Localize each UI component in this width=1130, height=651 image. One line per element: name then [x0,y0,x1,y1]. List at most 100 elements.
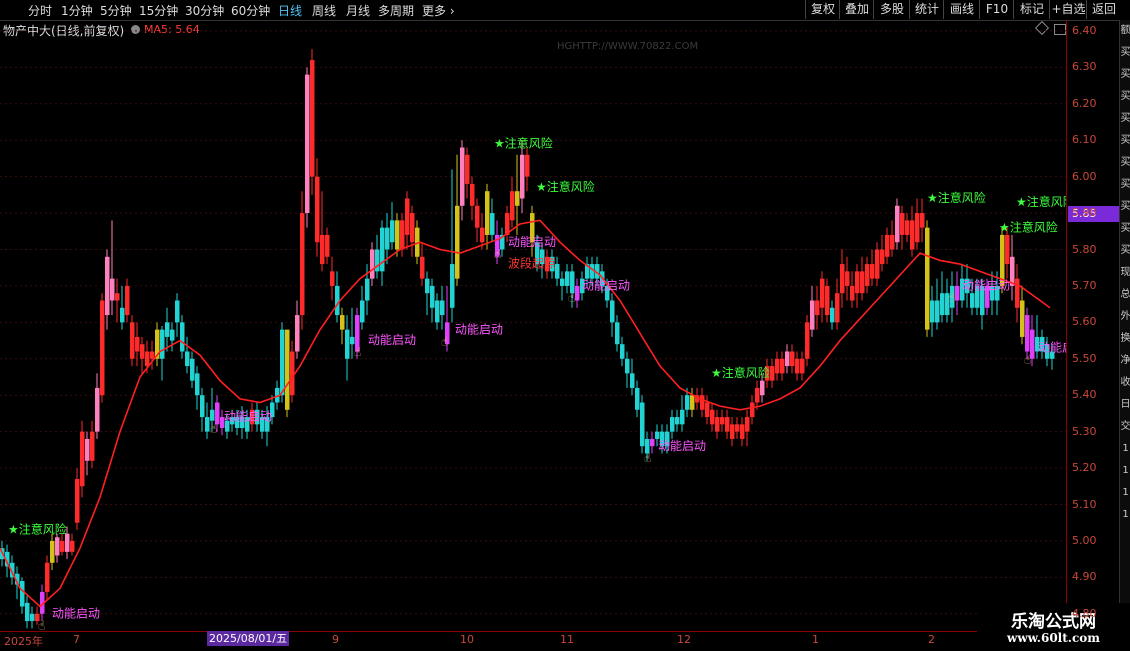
candle [180,315,185,359]
candle [720,409,725,432]
candle [370,242,375,286]
risk-signal: ★注意风险 [711,365,770,380]
sidebar-char: 外 [1120,311,1130,322]
candle [310,49,315,195]
candle [75,468,80,530]
date-tick: 2 [928,633,935,646]
candle [375,234,380,279]
toolbar-button-8[interactable]: 返回 [1086,0,1121,19]
candle [185,336,190,374]
sidebar-char: 买 [1120,135,1130,146]
candle [690,387,695,418]
candle [855,264,860,308]
candle [465,147,470,199]
candle [915,198,920,250]
candle [165,307,170,352]
candle [420,242,425,286]
candle [825,278,830,323]
price-tick: 6.20 [1072,96,1097,110]
sidebar-char: 现 [1120,267,1130,278]
sidebar-char: 交 [1120,421,1130,432]
candle [925,220,930,337]
candle [680,395,685,432]
candle [205,402,210,439]
candle [1015,264,1020,323]
hand-pointer-icon: ☝ [38,618,45,632]
date-tick: 12 [677,633,691,646]
sidebar-char: 买 [1120,223,1130,234]
sidebar-char: 1 [1122,509,1129,520]
price-tick: 5.10 [1072,497,1097,511]
candle [55,533,60,563]
candle [390,202,395,250]
candle [455,154,460,286]
risk-signal: ★注意风险 [536,179,595,194]
candle [115,278,120,323]
candle [930,285,935,337]
candle [1020,285,1025,345]
candle [870,249,875,286]
candle [490,198,495,243]
price-tick: 5.70 [1072,278,1097,292]
candle [515,154,520,235]
price-tick: 5.80 [1072,242,1097,256]
candle [175,293,180,337]
candle [675,409,680,432]
start-signal: 动能启动 [1038,341,1066,355]
candle [750,395,755,425]
candle [840,249,845,308]
candle [705,395,710,425]
candle [715,409,720,439]
sidebar-char: 买 [1120,245,1130,256]
candle [510,176,515,228]
candle [335,271,340,323]
candle [95,373,100,439]
candle [520,140,525,214]
date-tick: 2025年 [4,635,43,648]
candle [845,256,850,301]
date-tick: 1 [812,633,819,646]
candle [670,409,675,439]
candle [470,176,475,221]
candle [25,595,30,629]
candle [885,227,890,265]
candle [725,409,730,439]
candle [195,366,200,410]
hand-pointer-icon: ☝ [568,291,575,305]
sidebar-char: 日 [1120,399,1130,410]
candle [780,351,785,381]
sidebar-char: 1 [1122,487,1129,498]
date-tick: 7 [73,633,80,646]
candle [785,344,790,374]
candle [90,420,95,469]
candle [1005,227,1010,279]
candle [200,387,205,432]
sidebar-char: 1 [1122,443,1129,454]
candle [425,271,430,316]
candle [955,271,960,316]
candle [820,271,825,323]
start-signal: 动能启动 [455,322,503,336]
candle [830,300,835,330]
kline-chart[interactable]: ★注意风险动能启动☝动能启动☝动能启动☝动能启动☝★注意风险动能启动☝波段起点★… [0,0,1066,632]
candle [460,140,465,221]
candle [575,278,580,308]
candle [525,147,530,192]
price-tick: 5.20 [1072,461,1097,475]
hand-pointer-icon: ☝ [494,247,501,261]
hand-pointer-icon: ☝ [210,422,217,436]
price-tick: 6.30 [1072,60,1097,74]
risk-signal: ★注意风险 [8,522,67,537]
candle [100,293,105,403]
sidebar-char: 换 [1120,333,1130,344]
price-tick: 5.90 [1072,206,1097,220]
sidebar-char: 买 [1120,201,1130,212]
candle [905,213,910,243]
candle [730,417,735,447]
candle [740,417,745,447]
risk-signal: ★注意风险 [999,219,1058,234]
candle [360,285,365,330]
candle [105,249,110,330]
ma5-line [0,219,1051,608]
candle [440,285,445,330]
